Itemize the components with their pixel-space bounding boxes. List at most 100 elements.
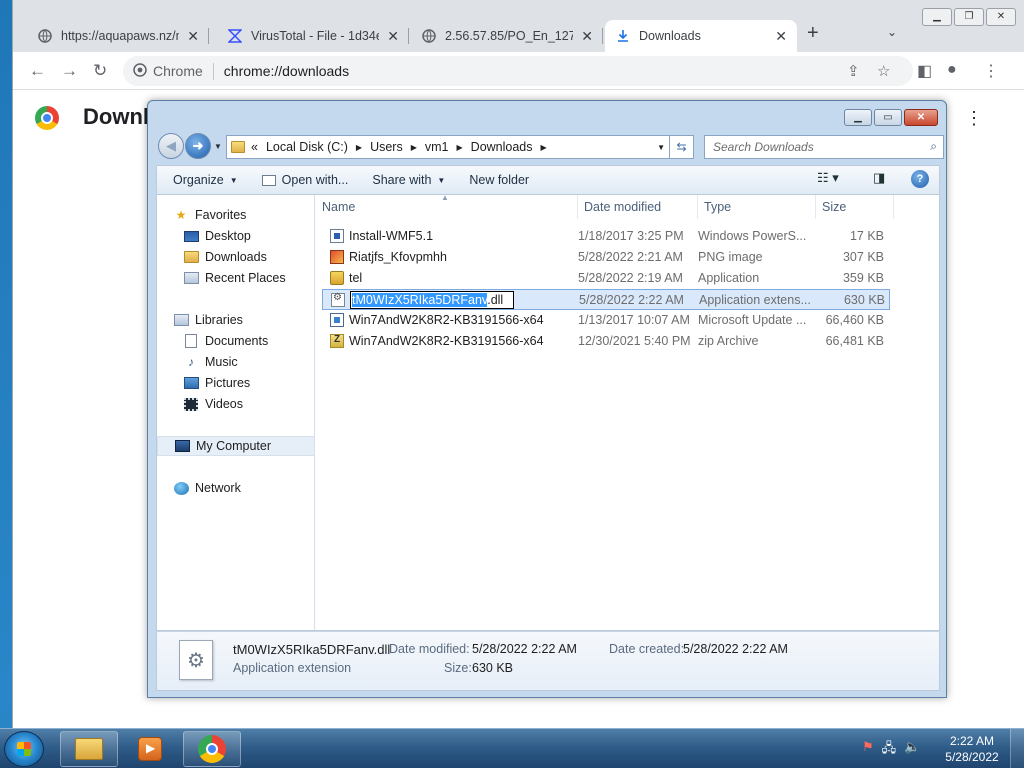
chrome-tab-virustotal[interactable]: VirusTotal - File - 1d34e ✕ [217,20,409,52]
system-tray: ⚑ 🖧 🔈 [862,739,920,761]
site-chip[interactable]: Chrome [133,62,214,80]
new-folder-button[interactable]: New folder [461,168,537,192]
chrome-tab-aquapaws[interactable]: https://aquapaws.nz/mi ✕ [27,20,209,52]
file-row[interactable]: Win7AndW2K8R2-KB3191566-x64 1/13/2017 10… [322,310,890,331]
dll-file-icon [331,292,345,307]
reload-icon[interactable]: ↻ [93,61,107,81]
zip-file-icon [330,334,344,348]
column-header-date[interactable]: Date modified [578,195,698,219]
breadcrumb-users[interactable]: Users ▶ [370,140,417,154]
close-tab-icon[interactable]: ✕ [387,28,399,45]
chevron-right-icon[interactable]: ▶ [411,143,417,152]
restore-icon[interactable]: ❐ [954,8,984,26]
rename-extension: .dll [487,293,504,307]
column-header-type[interactable]: Type [698,195,816,219]
minimize-icon[interactable]: ▁ [922,8,952,26]
clock-date: 5/28/2022 [945,750,999,764]
file-row[interactable]: Riatjfs_Kfovpmhh 5/28/2022 2:21 AM PNG i… [322,247,890,268]
forward-button[interactable]: ➜ [185,133,211,159]
explorer-window-controls: ▁ ▭ ✕ [844,109,938,126]
show-desktop-button[interactable] [1010,729,1024,768]
help-icon[interactable]: ? [911,170,929,188]
details-filename: tM0WIzX5RIka5DRFanv.dll [233,642,391,657]
search-input[interactable]: Search Downloads ⌕ [704,135,944,159]
downloads-menu-icon[interactable]: ⋮ [965,108,983,129]
nav-network[interactable]: Network [173,478,331,498]
refresh-icon[interactable]: ⇆ [670,135,694,159]
recent-pages-chevron-icon[interactable]: ▼ [214,142,222,151]
column-header-name[interactable]: Name [316,195,578,219]
clock[interactable]: 2:22 AM 5/28/2022 [942,733,1002,765]
new-tab-icon[interactable]: + [807,22,819,45]
chevron-right-icon[interactable]: ▶ [541,143,547,152]
msu-file-icon [330,313,344,327]
network-tray-icon[interactable]: 🖧 [882,739,897,761]
back-arrow-icon[interactable]: ← [29,61,46,81]
file-row-selected[interactable]: tM0WIzX5RIka5DRFanv.dll 5/28/2022 2:22 A… [322,289,890,310]
chevron-right-icon[interactable]: ▶ [457,143,463,152]
minimize-icon[interactable]: ▁ [844,109,872,126]
back-button[interactable]: ◀ [158,133,184,159]
taskbar-explorer-button[interactable] [60,731,118,767]
breadcrumb-vm1[interactable]: vm1 ▶ [425,140,463,154]
details-pane: tM0WIzX5RIka5DRFanv.dll Application exte… [156,631,940,691]
details-date-modified-label: Date modified: [389,642,470,656]
side-panel-icon[interactable]: ◧ [917,61,932,81]
breadcrumb-local-disk[interactable]: Local Disk (C:) ▶ [266,140,362,154]
network-icon [173,481,189,495]
details-size: 630 KB [472,661,514,675]
address-dropdown-icon[interactable]: ▼ [657,143,665,152]
nav-favorites[interactable]: ★ Favorites [173,205,331,225]
downloads-folder-icon [183,251,199,263]
omnibox[interactable]: Chrome chrome://downloads [123,56,913,86]
nav-libraries[interactable]: Libraries [173,310,331,330]
taskbar-media-player-button[interactable] [121,731,179,767]
star-icon: ★ [175,208,187,222]
open-with-button[interactable]: Open with... [254,168,357,192]
bookmark-star-icon[interactable]: ☆ [877,62,890,80]
profile-avatar-icon[interactable]: ● [947,61,957,79]
close-tab-icon[interactable]: ✕ [187,28,199,45]
start-button[interactable] [4,731,44,767]
breadcrumb-downloads[interactable]: Downloads ▶ [471,140,547,154]
explorer-titlebar[interactable]: ▁ ▭ ✕ [148,101,946,133]
nav-my-computer[interactable]: My Computer [157,436,315,456]
media-player-icon [138,737,162,761]
breadcrumb-overflow[interactable]: « [251,140,258,154]
file-row[interactable]: tel 5/28/2022 2:19 AM Application 359 KB [322,268,890,289]
share-with-button[interactable]: Share with ▼ [364,168,453,192]
file-row[interactable]: Win7AndW2K8R2-KB3191566-x64 12/30/2021 5… [322,331,890,352]
close-icon[interactable]: ✕ [904,109,938,126]
share-icon[interactable]: ⇪ [847,62,860,80]
column-header-size[interactable]: Size [816,195,894,219]
omnibox-url[interactable]: chrome://downloads [224,63,349,79]
preview-pane-icon[interactable]: ◨ [873,170,885,186]
maximize-icon[interactable]: ▭ [874,109,902,126]
forward-arrow-icon[interactable]: → [61,61,78,81]
taskbar-chrome-button[interactable] [183,731,241,767]
file-row[interactable]: Install-WMF5.1 1/18/2017 3:25 PM Windows… [322,226,890,247]
organize-button[interactable]: Organize ▼ [165,168,246,192]
close-tab-icon[interactable]: ✕ [775,28,787,45]
search-icon[interactable]: ⌕ [930,139,937,154]
rename-input[interactable]: tM0WIzX5RIka5DRFanv.dll [350,291,514,309]
chevron-right-icon[interactable]: ▶ [356,143,362,152]
chrome-icon [133,62,147,80]
chevron-down-icon[interactable]: ⌄ [887,25,897,39]
chrome-tab-downloads[interactable]: Downloads ✕ [605,20,797,52]
action-center-flag-icon[interactable]: ⚑ [862,739,874,761]
details-date-created: 5/28/2022 2:22 AM [683,642,788,656]
tab-title: VirusTotal - File - 1d34e [251,29,380,43]
chevron-down-icon: ▼ [437,175,446,185]
chrome-menu-icon[interactable]: ⋮ [983,61,999,81]
volume-icon[interactable]: 🔈 [904,739,920,761]
close-tab-icon[interactable]: ✕ [581,28,593,45]
rename-selected-text: tM0WIzX5RIka5DRFanv [352,293,488,307]
chrome-tab-ip[interactable]: 2.56.57.85/PO_En_1279_ ✕ [411,20,603,52]
address-bar[interactable]: « Local Disk (C:) ▶ Users ▶ vm1 ▶ Downloads… [226,135,670,159]
dll-large-icon [179,640,213,680]
window-icon [261,174,276,186]
close-icon[interactable]: ✕ [986,8,1016,26]
view-options-icon[interactable]: ☷ ▾ [817,170,839,186]
command-bar: Organize ▼ Open with... Share with ▼ New f… [156,165,940,195]
